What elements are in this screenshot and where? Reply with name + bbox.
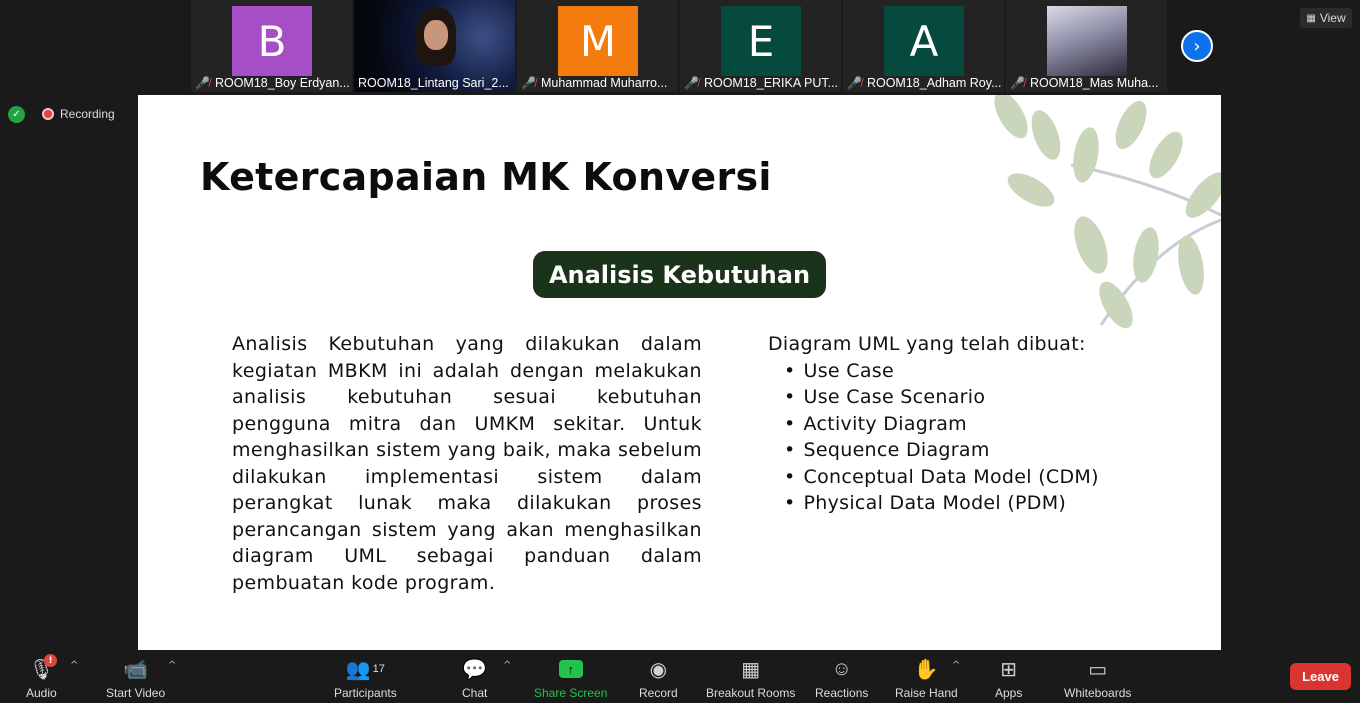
start-video-button[interactable]: 📹 Start Video	[106, 656, 166, 701]
chat-label: Chat	[462, 686, 488, 700]
whiteboard-icon: ▭	[1088, 658, 1108, 681]
share-screen-button[interactable]: ↑ Share Screen	[534, 656, 607, 700]
chat-icon: 💬	[462, 658, 488, 681]
meeting-toolbar: 🎙 Audio ! ^ 📹 Start Video ^ 👥 17 Particip…	[0, 652, 1360, 703]
audio-warning-badge: !	[44, 654, 57, 667]
participant-tile[interactable]: E 🎤̸ ROOM18_ERIKA PUT...	[680, 0, 841, 92]
participant-name: 🎤̸ Muhammad Muharro...	[521, 76, 676, 90]
view-label: View	[1319, 11, 1346, 25]
mic-muted-icon: 🎤̸	[195, 76, 210, 90]
share-screen-label: Share Screen	[534, 686, 608, 700]
mic-muted-icon: 🎤̸	[1010, 76, 1025, 90]
participant-tile[interactable]: 🎤̸ ROOM18_Mas Muha...	[1006, 0, 1167, 92]
participant-strip: B 🎤̸ ROOM18_Boy Erdyan... ROOM18_Lintang …	[191, 0, 1169, 92]
participant-name-label: ROOM18_ERIKA PUT...	[703, 76, 839, 90]
list-item: Activity Diagram	[784, 411, 1099, 438]
participant-tile[interactable]: B 🎤̸ ROOM18_Boy Erdyan...	[191, 0, 352, 92]
participants-button[interactable]: 👥 17 Participants	[334, 656, 397, 701]
reactions-icon: ☺	[831, 657, 852, 680]
mic-muted-icon: 🎤̸	[684, 76, 699, 90]
list-item: Physical Data Model (PDM)	[784, 490, 1099, 517]
participant-tile[interactable]: A 🎤̸ ROOM18_Adham Roy...	[843, 0, 1004, 92]
participant-name-label: ROOM18_Adham Roy...	[866, 76, 1002, 90]
participant-name: 🎤̸ ROOM18_Adham Roy...	[847, 76, 1002, 90]
video-options-caret[interactable]: ^	[168, 660, 176, 671]
leave-button[interactable]: Leave	[1290, 663, 1351, 690]
section-pill: Analisis Kebutuhan	[533, 251, 826, 298]
record-icon: ◉	[649, 658, 668, 681]
breakout-rooms-button[interactable]: ▦ Breakout Rooms	[706, 656, 796, 701]
participant-profile-image	[1047, 6, 1127, 76]
uml-list: Diagram UML yang telah dibuat: Use Case …	[768, 331, 1099, 517]
video-off-icon: 📹	[123, 658, 149, 681]
raise-hand-button[interactable]: ✋ Raise Hand	[895, 656, 958, 701]
list-item: Conceptual Data Model (CDM)	[784, 464, 1099, 491]
participant-name-label: ROOM18_Boy Erdyan...	[214, 76, 350, 90]
share-screen-icon: ↑	[558, 660, 583, 678]
recording-label: Recording	[60, 107, 115, 121]
participant-name-label: ROOM18_Mas Muha...	[1029, 76, 1159, 90]
participant-avatar: B	[232, 6, 312, 76]
apps-label: Apps	[995, 686, 1023, 700]
video-label: Start Video	[106, 686, 166, 700]
participant-name-label: ROOM18_Lintang Sari_2...	[358, 76, 509, 90]
breakout-rooms-icon: ▦	[741, 658, 761, 681]
chevron-right-icon: ›	[1193, 35, 1201, 57]
recording-icon	[42, 108, 54, 120]
participant-name: 🎤̸ ROOM18_Mas Muha...	[1010, 76, 1165, 90]
breakout-rooms-label: Breakout Rooms	[706, 686, 796, 700]
slide-paragraph: Analisis Kebutuhan yang dilakukan dalam …	[232, 333, 702, 594]
participant-tile-active-speaker[interactable]: ROOM18_Lintang Sari_2...	[354, 0, 515, 92]
participant-avatar: A	[884, 6, 964, 76]
reactions-label: Reactions	[815, 686, 869, 700]
participant-avatar: M	[558, 6, 638, 76]
next-page-button[interactable]: ›	[1181, 30, 1213, 62]
participant-name: 🎤̸ ROOM18_ERIKA PUT...	[684, 76, 839, 90]
recording-indicator[interactable]: Recording	[42, 107, 115, 121]
audio-options-caret[interactable]: ^	[70, 660, 78, 671]
participants-label: Participants	[334, 686, 397, 700]
participants-icon: 👥 17	[345, 658, 385, 681]
shared-screen: Ketercapaian MK Konversi Analisis Kebutu…	[138, 95, 1221, 650]
participant-avatar: E	[721, 6, 801, 76]
apps-icon: ⊞	[1000, 658, 1018, 681]
participant-tile[interactable]: M 🎤̸ Muhammad Muharro...	[517, 0, 678, 92]
record-label: Record	[639, 686, 678, 700]
chat-options-caret[interactable]: ^	[503, 660, 511, 671]
raise-hand-options-caret[interactable]: ^	[952, 660, 960, 671]
mic-muted-icon: 🎤̸	[521, 76, 536, 90]
shield-check-icon[interactable]: ✓	[8, 106, 25, 123]
raise-hand-label: Raise Hand	[895, 686, 958, 700]
reactions-button[interactable]: ☺ Reactions	[815, 656, 869, 701]
participant-name: ROOM18_Lintang Sari_2...	[358, 76, 513, 90]
whiteboards-label: Whiteboards	[1064, 686, 1132, 700]
participant-name-label: Muhammad Muharro...	[540, 76, 668, 90]
participants-count: 17	[372, 663, 385, 675]
hand-icon: ✋	[913, 658, 939, 681]
chat-button[interactable]: 💬 Chat	[462, 656, 488, 701]
list-heading: Diagram UML yang telah dibuat:	[768, 333, 1086, 355]
slide-title: Ketercapaian MK Konversi	[200, 155, 772, 199]
list-item: Use Case Scenario	[784, 384, 1099, 411]
participant-name: 🎤̸ ROOM18_Boy Erdyan...	[195, 76, 350, 90]
view-button[interactable]: ▦ View	[1300, 8, 1352, 28]
leaves-decoration	[994, 95, 1221, 329]
list-item: Use Case	[784, 358, 1099, 385]
mic-muted-icon: 🎤̸	[847, 76, 862, 90]
audio-label: Audio	[26, 686, 57, 700]
record-button[interactable]: ◉ Record	[639, 656, 678, 701]
whiteboards-button[interactable]: ▭ Whiteboards	[1064, 656, 1132, 701]
grid-icon: ▦	[1306, 12, 1316, 24]
apps-button[interactable]: ⊞ Apps	[995, 656, 1023, 701]
list-item: Sequence Diagram	[784, 437, 1099, 464]
